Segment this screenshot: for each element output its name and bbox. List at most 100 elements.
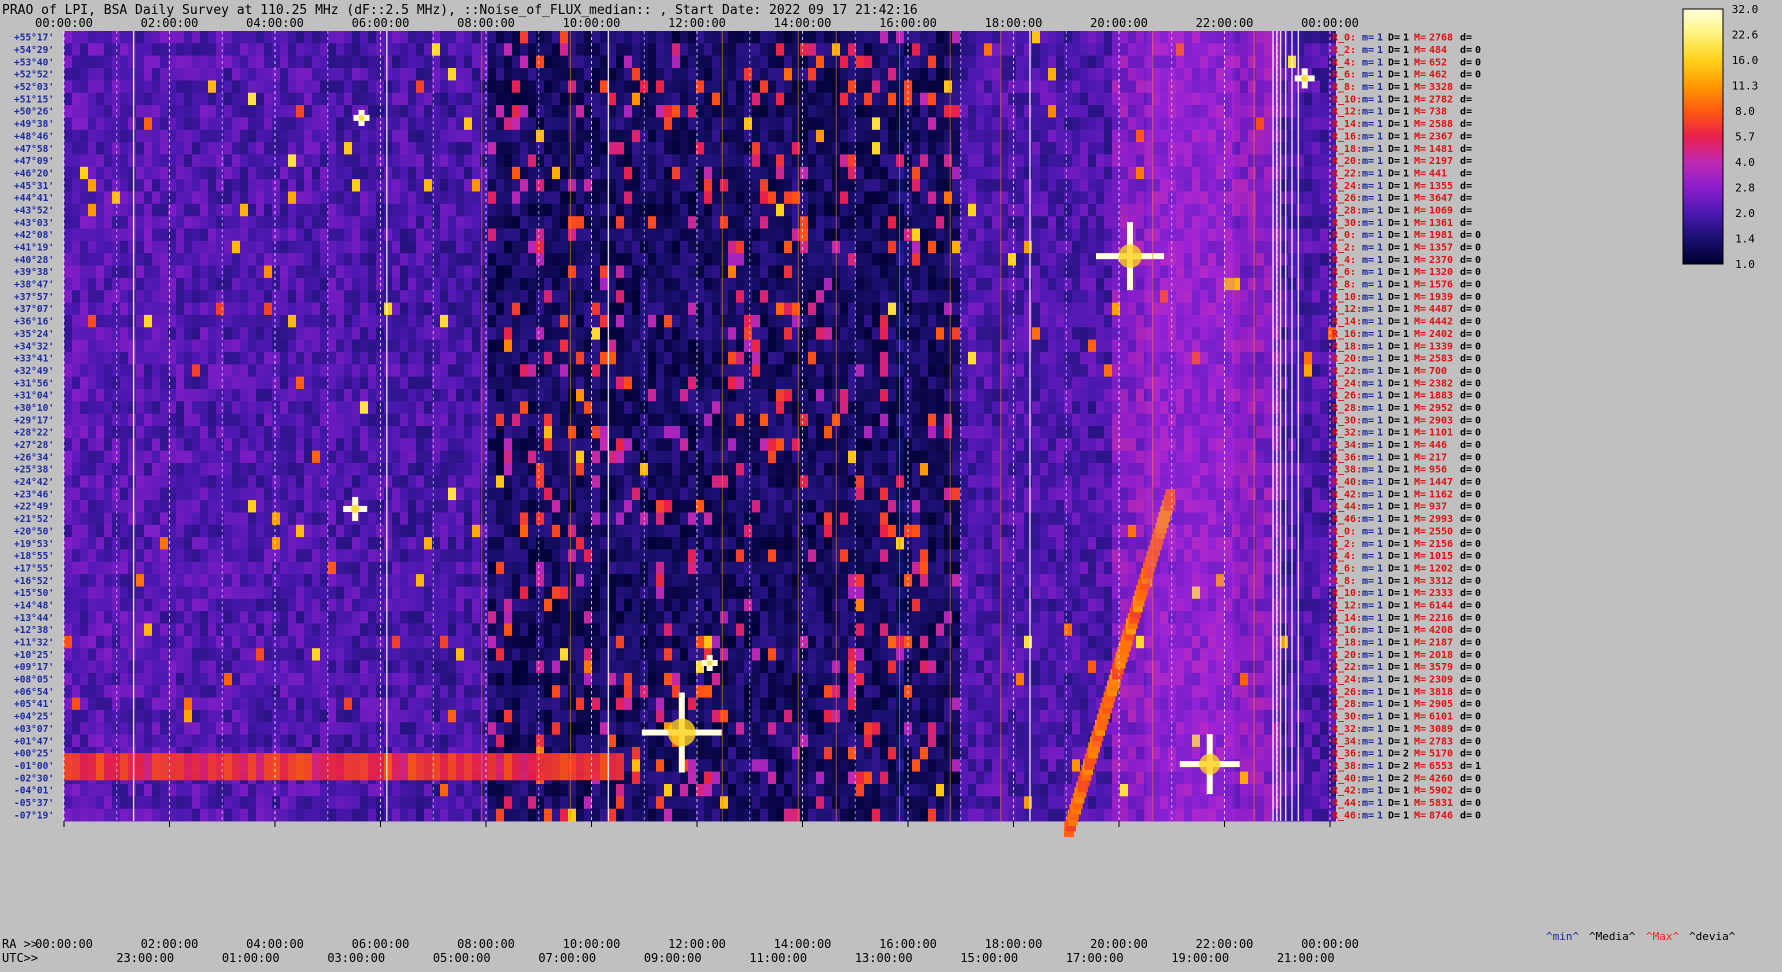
heatmap-cell	[384, 314, 392, 328]
heatmap-cell	[856, 314, 864, 328]
heatmap-cell	[264, 117, 272, 131]
heatmap-cell	[984, 203, 992, 217]
heatmap-cell	[528, 401, 536, 415]
heatmap-cell	[472, 389, 480, 402]
heatmap-cell	[528, 253, 536, 266]
heatmap-cell	[128, 413, 136, 427]
heatmap-cell	[1024, 203, 1032, 217]
heatmap-cell	[856, 80, 864, 94]
heatmap-cell	[328, 166, 336, 180]
heatmap-cell	[480, 302, 488, 316]
heatmap-cell	[112, 314, 120, 328]
heatmap-cell	[448, 191, 456, 205]
heatmap-cell	[192, 117, 200, 131]
heatmap-cell	[584, 265, 592, 279]
heatmap-cell	[688, 154, 696, 168]
heatmap-cell	[456, 265, 464, 279]
heatmap-cell	[328, 216, 336, 229]
heatmap-cell	[416, 68, 424, 81]
heatmap-cell	[1248, 80, 1256, 94]
heatmap-cell	[824, 166, 832, 180]
heatmap-cell	[368, 228, 376, 242]
heatmap-cell	[536, 117, 544, 131]
heatmap-cell	[152, 105, 160, 118]
heatmap-cell	[648, 290, 656, 303]
heatmap-cell	[528, 290, 536, 303]
heatmap-cell	[672, 302, 680, 316]
heatmap-cell	[136, 401, 144, 415]
heatmap-cell	[472, 277, 480, 291]
heatmap-cell	[184, 253, 192, 266]
heatmap-cell	[472, 179, 480, 192]
heatmap-cell	[968, 129, 976, 143]
heatmap-cell	[1240, 376, 1248, 390]
heatmap-cell	[80, 142, 88, 155]
heatmap-cell	[552, 240, 560, 254]
heatmap-cell	[880, 191, 888, 205]
heatmap-cell	[528, 129, 536, 143]
heatmap-cell	[1256, 154, 1264, 168]
heatmap-cell	[240, 203, 248, 217]
heatmap-cell	[112, 179, 120, 192]
heatmap-cell	[1128, 203, 1136, 217]
heatmap-cell	[856, 142, 864, 155]
heatmap-cell	[1256, 253, 1264, 266]
heatmap-cell	[1016, 154, 1024, 168]
heatmap-cell	[584, 277, 592, 291]
heatmap-cell	[120, 117, 128, 131]
heatmap-cell	[888, 203, 896, 217]
heatmap-cell	[96, 389, 104, 402]
heatmap-cell	[464, 55, 472, 69]
heatmap-cell	[648, 389, 656, 402]
heatmap-cell	[520, 203, 528, 217]
heatmap-cell	[992, 277, 1000, 291]
heatmap-cell	[1016, 105, 1024, 118]
heatmap-cell	[80, 265, 88, 279]
heatmap-cell	[304, 265, 312, 279]
heatmap-cell	[440, 105, 448, 118]
heatmap-cell	[496, 117, 504, 131]
heatmap-cell	[1248, 203, 1256, 217]
heatmap-cell	[232, 43, 240, 57]
heatmap-cell	[208, 105, 216, 118]
heatmap-cell	[328, 43, 336, 57]
heatmap-cell	[336, 43, 344, 57]
heatmap-cell	[96, 401, 104, 415]
heatmap-cell	[704, 216, 712, 229]
heatmap-cell	[280, 68, 288, 81]
heatmap-cell	[200, 31, 208, 44]
heatmap-cell	[88, 314, 96, 328]
heatmap-cell	[272, 413, 280, 427]
heatmap-cell	[840, 364, 848, 378]
heatmap-cell	[240, 31, 248, 44]
heatmap-cell	[800, 117, 808, 131]
heatmap-cell	[496, 80, 504, 94]
heatmap-cell	[112, 327, 120, 341]
heatmap-cell	[632, 216, 640, 229]
heatmap-cell	[888, 105, 896, 118]
heatmap-cell	[112, 142, 120, 155]
heatmap-cell	[936, 80, 944, 94]
heatmap-cell	[864, 142, 872, 155]
heatmap-cell	[688, 43, 696, 57]
heatmap-cell	[288, 327, 296, 341]
heatmap-cell	[720, 228, 728, 242]
heatmap-cell	[80, 179, 88, 192]
heatmap-cell	[776, 166, 784, 180]
heatmap-cell	[504, 92, 512, 106]
heatmap-cell	[384, 253, 392, 266]
heatmap-cell	[808, 290, 816, 303]
heatmap-cell	[352, 376, 360, 390]
heatmap-cell	[488, 80, 496, 94]
heatmap-cell	[72, 105, 80, 118]
heatmap-cell	[96, 154, 104, 168]
heatmap-cell	[976, 191, 984, 205]
heatmap-cell	[216, 68, 224, 81]
heatmap-cell	[1128, 364, 1136, 378]
heatmap-cell	[120, 314, 128, 328]
heatmap-cell	[480, 166, 488, 180]
heatmap-cell	[688, 240, 696, 254]
heatmap-cell	[512, 314, 520, 328]
heatmap-cell	[648, 203, 656, 217]
heatmap-cell	[856, 364, 864, 378]
